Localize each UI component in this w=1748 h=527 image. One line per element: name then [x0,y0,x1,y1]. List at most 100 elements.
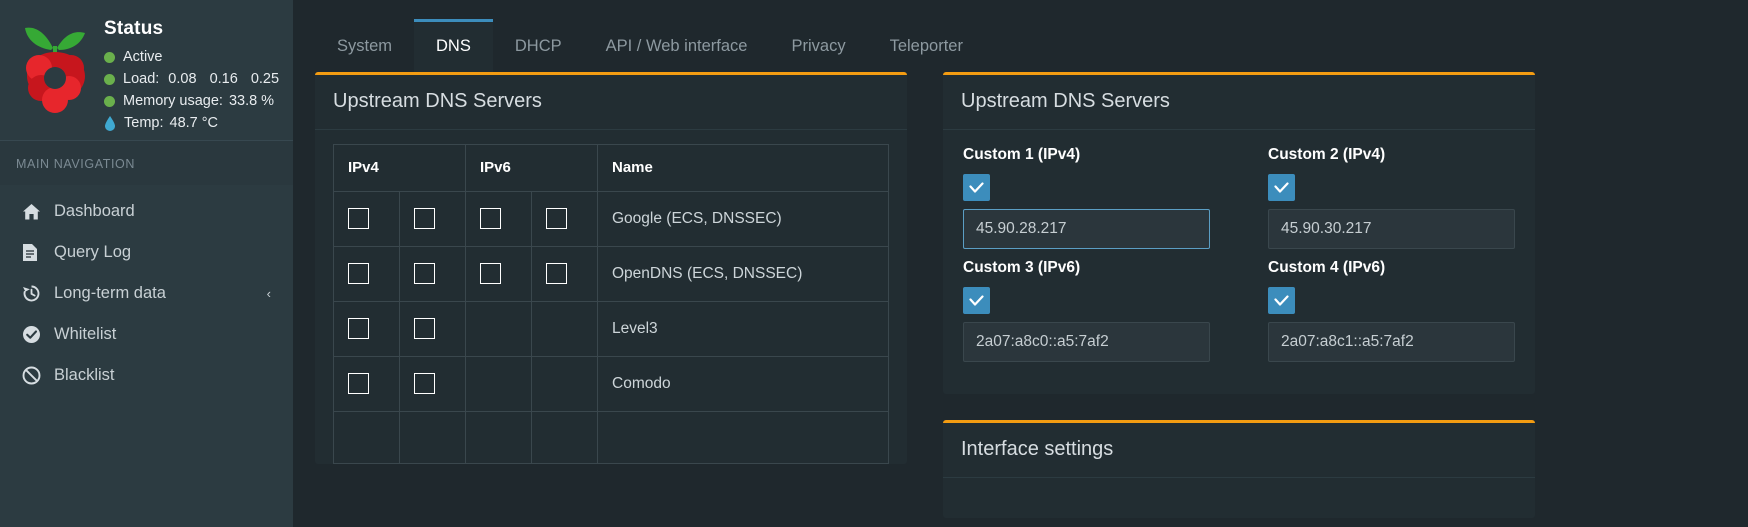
table-header-row: IPv4 IPv6 Name [333,144,889,192]
sidebar-item-label: Query Log [54,243,132,261]
checkbox-ipv4-secondary[interactable] [414,373,435,394]
checkbox-ipv6-primary[interactable] [480,263,501,284]
checkbox-ipv6-secondary[interactable] [546,263,567,284]
sidebar-item-long-term-data[interactable]: Long-term data ‹ [0,273,293,314]
checkbox-ipv6-secondary[interactable] [546,208,567,229]
check-icon [969,181,984,193]
checkbox-ipv4-primary[interactable] [348,208,369,229]
status-memory-value: 33.8 % [228,93,275,109]
panel-header: Interface settings [943,423,1535,478]
checkbox-ipv4-secondary[interactable] [414,263,435,284]
history-icon [22,284,50,303]
check-icon [1274,181,1289,193]
empty-cell [531,356,598,412]
custom-4-input[interactable] [1268,322,1515,362]
temperature-drop-icon [104,115,116,131]
document-icon [22,243,50,262]
tab-api-web-interface[interactable]: API / Web interface [584,19,770,72]
checkbox-ipv4-secondary[interactable] [414,318,435,339]
empty-cell [465,301,532,357]
upstream-dns-table: IPv4 IPv6 Name Google (ECS, DNSSEC) Open… [333,144,889,464]
custom-3-group: Custom 3 (IPv6) [963,259,1210,372]
nav-section-header: MAIN NAVIGATION [0,140,293,185]
custom-2-checkbox[interactable] [1268,174,1295,201]
custom-2-group: Custom 2 (IPv4) [1268,146,1515,259]
custom-1-label: Custom 1 (IPv4) [963,146,1081,163]
custom-3-input[interactable] [963,322,1210,362]
custom-1-input[interactable] [963,209,1210,249]
sidebar: Status Active Load: 0.08 0.16 0.25 Memor… [0,0,293,527]
table-row: Comodo [333,356,889,412]
main-content: System DNS DHCP API / Web interface Priv… [293,0,1748,527]
panel-header: Upstream DNS Servers [943,75,1535,130]
sidebar-item-blacklist[interactable]: Blacklist [0,355,293,396]
check-icon [969,294,984,306]
status-temp-value: 48.7 °C [169,115,219,131]
custom-4-label: Custom 4 (IPv6) [1268,259,1386,276]
status-memory-label: Memory usage: [123,93,223,109]
check-circle-icon [22,325,50,344]
sidebar-item-whitelist[interactable]: Whitelist [0,314,293,355]
memory-dot-icon [104,95,115,107]
status-title: Status [104,18,164,39]
status-panel: Status Active Load: 0.08 0.16 0.25 Memor… [0,0,293,140]
empty-cell [465,356,532,412]
tab-privacy[interactable]: Privacy [769,19,867,72]
custom-2-label: Custom 2 (IPv4) [1268,146,1386,163]
checkbox-ipv4-primary[interactable] [348,263,369,284]
tab-dns[interactable]: DNS [414,19,493,72]
tab-system[interactable]: System [315,19,414,72]
sidebar-item-dashboard[interactable]: Dashboard [0,191,293,232]
status-memory: Memory usage: 33.8 % [104,93,279,109]
panel-title: Interface settings [961,438,1114,460]
custom-3-checkbox[interactable] [963,287,990,314]
table-row-partial [333,411,889,464]
checkbox-ipv4-secondary[interactable] [414,208,435,229]
sidebar-nav: Dashboard Query Log Long-term data ‹ Whi… [0,185,293,396]
checkbox-ipv4-primary[interactable] [348,373,369,394]
settings-tabs: System DNS DHCP API / Web interface Priv… [293,0,1748,72]
custom-2-input[interactable] [1268,209,1515,249]
tab-teleporter[interactable]: Teleporter [868,19,985,72]
chevron-left-icon[interactable]: ‹ [267,286,271,301]
sidebar-item-query-log[interactable]: Query Log [0,232,293,273]
checkbox-ipv4-primary[interactable] [348,318,369,339]
table-row: OpenDNS (ECS, DNSSEC) [333,246,889,302]
status-load: Load: 0.08 0.16 0.25 [104,71,279,87]
empty-cell [531,301,598,357]
custom-1-checkbox[interactable] [963,174,990,201]
server-name: Google (ECS, DNSSEC) [597,191,889,247]
custom-3-label: Custom 3 (IPv6) [963,259,1081,276]
load-value-2: 0.16 [209,71,238,87]
column-header-name: Name [597,144,889,192]
sidebar-item-label: Long-term data [54,284,166,302]
load-value-1: 0.08 [168,71,197,87]
server-name: Comodo [597,356,889,412]
panel-header: Upstream DNS Servers [315,75,907,130]
status-temp-label: Temp: [124,115,164,131]
check-icon [1274,294,1289,306]
status-temp: Temp: 48.7 °C [104,115,279,131]
column-header-ipv4: IPv4 [333,144,466,192]
load-dot-icon [104,73,115,85]
tab-dhcp[interactable]: DHCP [493,19,584,72]
raspberry-pi-logo-icon [25,27,85,113]
status-active-label: Active [123,49,163,65]
pihole-logo [12,14,98,130]
checkbox-ipv6-primary[interactable] [480,208,501,229]
load-value-3: 0.25 [250,71,280,87]
server-name: Level3 [597,301,889,357]
panel-title: Upstream DNS Servers [961,90,1170,112]
table-row: Level3 [333,301,889,357]
status-dot-icon [104,51,115,63]
status-active: Active [104,49,279,65]
column-header-ipv6: IPv6 [465,144,598,192]
custom-1-group: Custom 1 (IPv4) [963,146,1210,259]
custom-4-checkbox[interactable] [1268,287,1295,314]
home-icon [22,203,50,221]
custom-upstream-dns-panel: Upstream DNS Servers Custom 1 (IPv4) Cus… [943,72,1535,394]
panel-title: Upstream DNS Servers [333,90,542,112]
upstream-dns-servers-table-panel: Upstream DNS Servers IPv4 IPv6 Name Goog… [315,72,907,464]
status-load-label: Load: [123,71,160,87]
server-name: OpenDNS (ECS, DNSSEC) [597,246,889,302]
